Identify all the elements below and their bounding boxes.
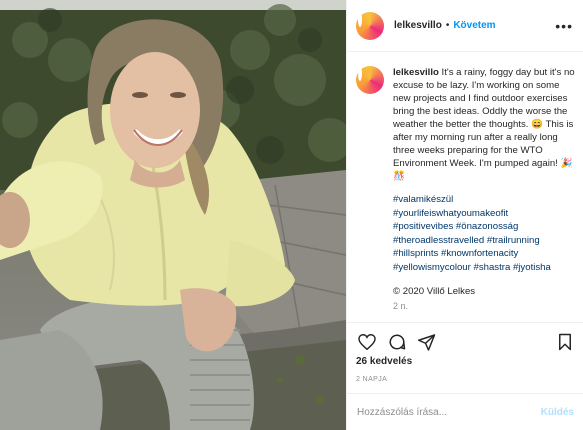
avatar[interactable]: [356, 11, 384, 40]
send-icon[interactable]: [416, 331, 438, 353]
post-header: lelkesvillo • Követem •••: [347, 0, 583, 52]
caption-text: It's a rainy, foggy day but it's no excu…: [393, 67, 575, 182]
action-bar: [356, 331, 576, 353]
bookmark-icon[interactable]: [554, 331, 576, 353]
copyright-text: © 2020 Villő Lelkes: [393, 285, 476, 297]
more-options-icon[interactable]: •••: [555, 19, 573, 33]
hashtag-line[interactable]: #theroadlesstravelled #trailrunning: [393, 234, 577, 248]
heart-icon[interactable]: [356, 331, 378, 353]
post-photo[interactable]: [0, 0, 346, 430]
comment-input[interactable]: [357, 406, 541, 418]
hashtag-line[interactable]: #valamikészül: [393, 193, 577, 207]
send-comment-button[interactable]: Küldés: [541, 407, 574, 418]
caption-paragraph: lelkesvillo It's a rainy, foggy day but …: [393, 66, 577, 183]
caption: lelkesvillo It's a rainy, foggy day but …: [356, 66, 578, 313]
follow-button[interactable]: Követem: [453, 20, 495, 31]
actions-divider: [347, 322, 583, 323]
caption-username-link[interactable]: lelkesvillo: [393, 67, 439, 78]
username-link[interactable]: lelkesvillo: [394, 20, 442, 31]
separator-dot: •: [445, 20, 450, 31]
likes-count[interactable]: 26 kedvelés: [356, 356, 412, 367]
caption-body: lelkesvillo It's a rainy, foggy day but …: [393, 66, 577, 313]
hashtag-line[interactable]: #yellowismycolour #shastra #jyotisha: [393, 261, 577, 275]
hashtag-line[interactable]: #positivevibes #önazonosság: [393, 220, 577, 234]
post-details-panel: lelkesvillo • Követem ••• lelkesvillo It…: [346, 0, 583, 430]
caption-avatar[interactable]: [356, 66, 384, 94]
photo-illustration: [0, 0, 346, 430]
comment-icon[interactable]: [386, 331, 408, 353]
hashtag-line[interactable]: #yourlifeiswhatyoumakeofit: [393, 207, 577, 221]
hashtag-list: #valamikészül #yourlifeiswhatyoumakeofit…: [393, 193, 577, 275]
caption-age[interactable]: 2 n.: [393, 300, 577, 313]
comment-bar: Küldés: [347, 393, 583, 430]
hashtag-line[interactable]: #hillsprints #knownfortenacity: [393, 247, 577, 261]
post-date[interactable]: 2 NAPJA: [356, 376, 387, 383]
